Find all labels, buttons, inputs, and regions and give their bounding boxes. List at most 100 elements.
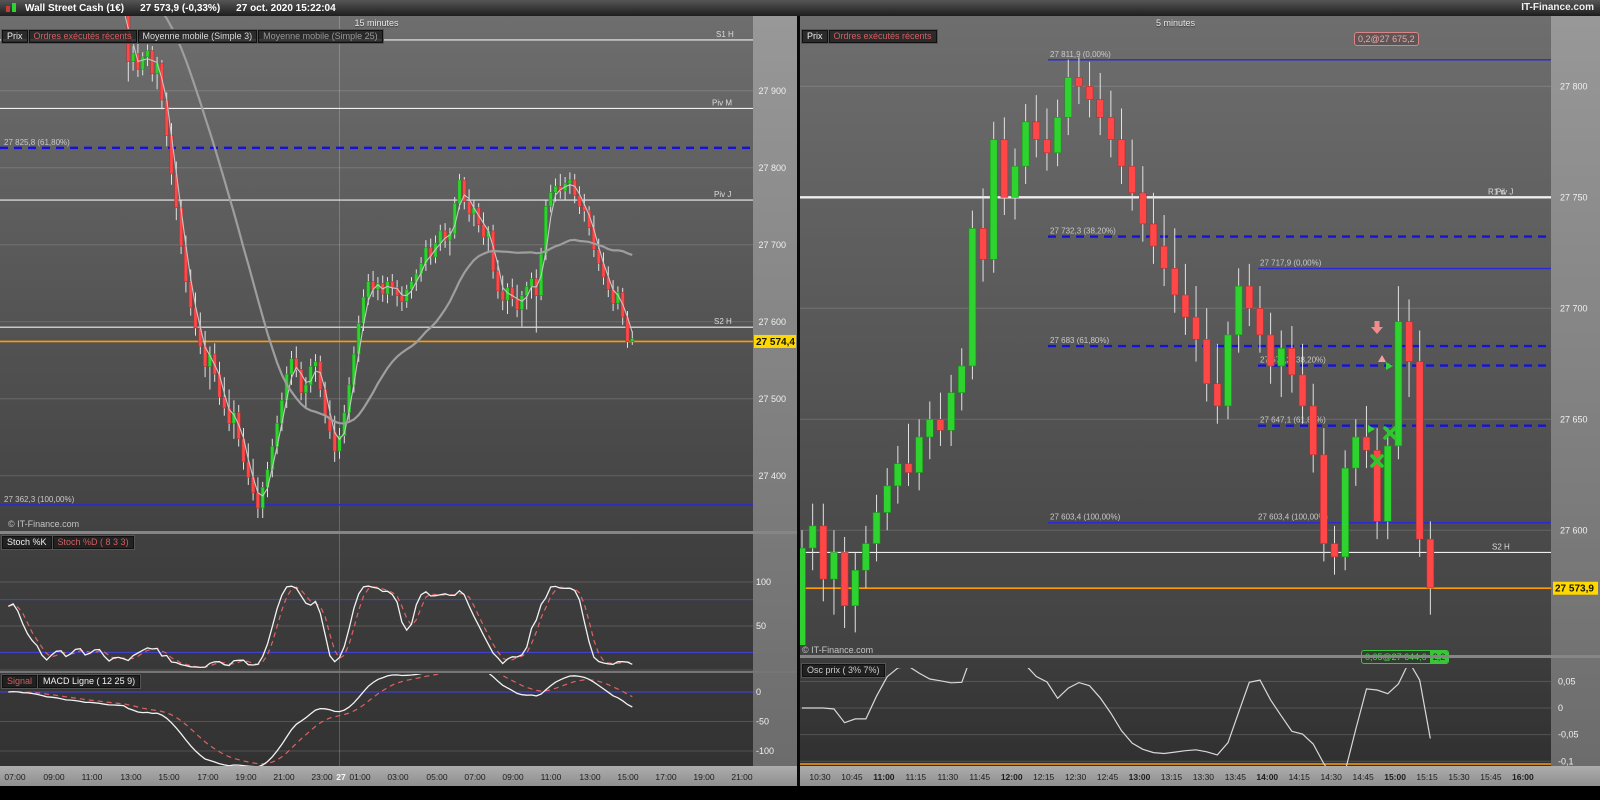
- svg-text:14:15: 14:15: [1289, 772, 1311, 782]
- osc-tabs: Osc prix ( 3% 7%): [801, 663, 886, 678]
- left-chart-layer[interactable]: S1 H Piv M 27 825,8 (61,80%) Piv J S2 H 27 36…: [0, 0, 796, 782]
- left-timeframe-label: 15 minutes: [354, 18, 399, 28]
- candle: [1202, 308, 1211, 402]
- candle: [462, 176, 467, 210]
- left-price-levels: S1 H Piv M 27 825,8 (61,80%) Piv J S2 H 27 36…: [0, 30, 753, 506]
- svg-text:0: 0: [756, 687, 761, 697]
- svg-text:23:00: 23:00: [311, 772, 333, 782]
- candle: [1043, 108, 1051, 171]
- chart-split-divider[interactable]: [797, 16, 800, 786]
- stoch-tab-1[interactable]: Stoch %D ( 8 3 3): [51, 535, 135, 550]
- right-candles-layer[interactable]: [799, 57, 1435, 668]
- candle: [255, 477, 260, 518]
- svg-text:07:00: 07:00: [464, 772, 486, 782]
- right-price-axis-labels: 27 800 27 750 27 700 27 650 27 600 27 573,9: [1553, 81, 1598, 595]
- left-price-tab-0[interactable]: Prix: [1, 29, 29, 44]
- candle: [1128, 139, 1136, 211]
- candle: [563, 176, 568, 201]
- left-price-tabs: Prix Ordres exécutés récents Moyenne mobil…: [1, 29, 384, 44]
- svg-text:15:00: 15:00: [158, 772, 180, 782]
- svg-text:50: 50: [756, 621, 766, 631]
- candle: [1256, 286, 1264, 353]
- sell-order-badge[interactable]: 0,2@27 675,2: [1354, 32, 1419, 46]
- candle: [1107, 90, 1115, 158]
- svg-text:13:45: 13:45: [1225, 772, 1247, 782]
- candle: [1309, 383, 1317, 473]
- svg-text:0: 0: [1558, 703, 1563, 713]
- candle: [577, 186, 582, 214]
- svg-text:15:15: 15:15: [1416, 772, 1438, 782]
- chart-canvas[interactable]: S1 H Piv M 27 825,8 (61,80%) Piv J S2 H 27 36…: [0, 0, 1600, 800]
- candle: [313, 354, 318, 382]
- candle: [1277, 330, 1286, 398]
- svg-text:27 811,9 (0,00%): 27 811,9 (0,00%): [1050, 50, 1111, 59]
- left-gridlines: [0, 16, 753, 766]
- candle: [1011, 148, 1019, 220]
- svg-text:27 600: 27 600: [1560, 525, 1588, 535]
- candle: [840, 536, 849, 628]
- osc-tab-0[interactable]: Osc prix ( 3% 7%): [801, 663, 886, 678]
- svg-text:14:45: 14:45: [1353, 772, 1375, 782]
- macd-tab-0[interactable]: Signal: [0, 674, 39, 689]
- stoch-tab-0[interactable]: Stoch %K: [1, 535, 53, 550]
- macd-tabs: Signal MACD Ligne ( 12 25 9): [0, 674, 142, 689]
- candle: [1415, 330, 1424, 557]
- right-time-axis-labels: 10:30 10:45 11:00 11:15 11:30 11:45 12:00 12:15…: [809, 772, 1534, 782]
- svg-text:27 800: 27 800: [1560, 81, 1588, 91]
- right-price-tab-1[interactable]: Ordres exécutés récents: [827, 29, 938, 44]
- candle: [260, 481, 265, 518]
- left-candles-layer[interactable]: [7, 0, 635, 534]
- candle: [936, 392, 945, 446]
- left-indicator-divider[interactable]: [0, 671, 797, 673]
- candle: [395, 280, 400, 307]
- candle: [567, 172, 572, 194]
- candle: [529, 272, 534, 299]
- candle: [347, 377, 352, 421]
- stoch-d-line: [8, 586, 633, 668]
- candle: [1096, 72, 1104, 136]
- candle: [1160, 215, 1168, 287]
- candle: [534, 269, 539, 333]
- candle: [1245, 263, 1254, 327]
- right-price-tab-0[interactable]: Prix: [801, 29, 829, 44]
- entry-triangle-icon: [1386, 362, 1393, 370]
- right-price-levels: 27 811,9 (0,00%)Piv JR1 d27 732,3 (38,20…: [800, 50, 1551, 590]
- svg-text:07:00: 07:00: [4, 772, 26, 782]
- left-panel-divider[interactable]: [0, 531, 797, 534]
- right-gridlines: [800, 85, 1551, 531]
- svg-text:27: 27: [336, 772, 346, 782]
- candle: [630, 330, 635, 345]
- candle: [428, 238, 433, 265]
- svg-text:Piv J: Piv J: [714, 190, 731, 199]
- left-time-axis-labels: 07:00 09:00 11:00 13:00 15:00 17:00 19:00 21:00…: [4, 772, 753, 782]
- candle: [519, 290, 524, 327]
- svg-text:27 732,3 (38,20%): 27 732,3 (38,20%): [1050, 227, 1116, 236]
- quote-datetime: 27 oct. 2020 15:22:04: [236, 2, 336, 14]
- osc-panel[interactable]: 0,05 0 -0,05 -0,1: [800, 612, 1579, 779]
- stoch-panel[interactable]: 100 50: [0, 577, 771, 671]
- candle: [385, 277, 390, 304]
- candle: [1288, 326, 1296, 393]
- left-price-tab-2[interactable]: Moyenne mobile (Simple 3): [136, 29, 259, 44]
- svg-text:15:00: 15:00: [617, 772, 639, 782]
- svg-text:27 650: 27 650: [1560, 414, 1588, 424]
- svg-text:27 750: 27 750: [1560, 192, 1588, 202]
- candle: [1352, 419, 1360, 486]
- svg-text:12:15: 12:15: [1033, 772, 1055, 782]
- svg-text:Piv M: Piv M: [712, 98, 732, 107]
- title-bar[interactable]: Wall Street Cash (1€) 27 573,9 (-0,33%) …: [0, 0, 1600, 16]
- last-price: 27 573,9 (-0,33%): [140, 2, 221, 14]
- svg-text:09:00: 09:00: [43, 772, 65, 782]
- svg-text:27 600: 27 600: [758, 317, 786, 327]
- trade-markers[interactable]: [1368, 321, 1397, 468]
- candle: [145, 44, 150, 67]
- stoch-tabs: Stoch %K Stoch %D ( 8 3 3): [1, 535, 135, 550]
- svg-text:05:00: 05:00: [426, 772, 448, 782]
- svg-text:S2 H: S2 H: [1492, 542, 1510, 551]
- right-panel-divider[interactable]: [800, 655, 1600, 658]
- candle: [1181, 263, 1190, 335]
- candle: [399, 286, 404, 311]
- left-price-tab-1[interactable]: Ordres exécutés récents: [27, 29, 138, 44]
- left-price-tab-3[interactable]: Moyenne mobile (Simple 25): [257, 29, 384, 44]
- macd-tab-1[interactable]: MACD Ligne ( 12 25 9): [37, 674, 142, 689]
